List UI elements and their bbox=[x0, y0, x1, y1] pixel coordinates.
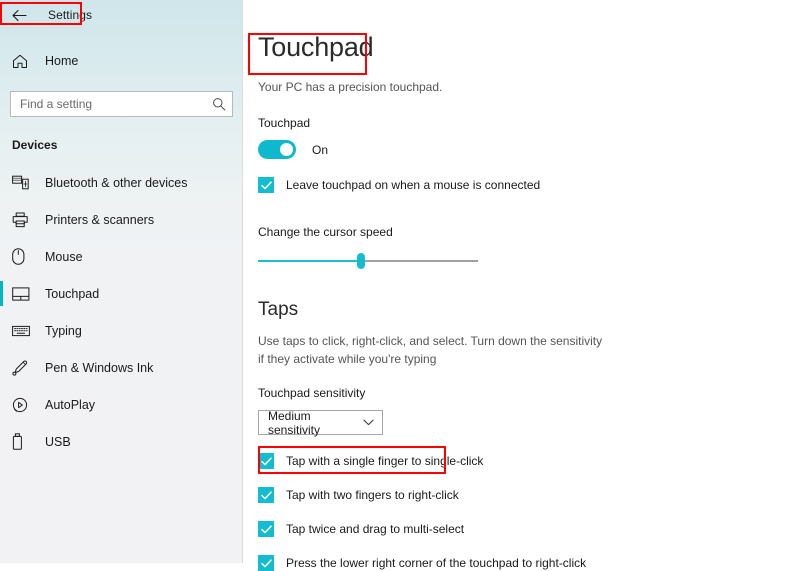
sidebar-item-label: Pen & Windows Ink bbox=[45, 360, 154, 375]
checkbox-label: Tap twice and drag to multi-select bbox=[286, 522, 465, 537]
taps-section-title: Taps bbox=[258, 299, 299, 321]
sidebar-item-usb[interactable]: USB bbox=[0, 423, 243, 460]
sidebar-item-label: AutoPlay bbox=[45, 397, 96, 412]
checkbox-label: Press the lower right corner of the touc… bbox=[286, 556, 587, 571]
checkbox-checked-icon[interactable] bbox=[258, 487, 274, 504]
page-subtitle: Your PC has a precision touchpad. bbox=[258, 80, 443, 95]
sidebar-item-label: Touchpad bbox=[45, 286, 100, 301]
slider-thumb[interactable] bbox=[357, 253, 366, 270]
touchpad-group-label: Touchpad bbox=[258, 116, 311, 131]
window-title: Settings bbox=[48, 8, 93, 22]
touchpad-sensitivity-dropdown[interactable]: Medium sensitivity bbox=[258, 408, 383, 437]
sidebar-item-touchpad[interactable]: Touchpad bbox=[0, 275, 243, 312]
sidebar-nav-list: Bluetooth & other devices Printers & sca… bbox=[0, 164, 243, 460]
checkbox-label: Leave touchpad on when a mouse is connec… bbox=[286, 178, 541, 193]
search-input[interactable] bbox=[20, 97, 212, 111]
tap-twice-drag-multi-select-checkbox-row[interactable]: Tap twice and drag to multi-select bbox=[258, 521, 810, 538]
sidebar-item-label: Bluetooth & other devices bbox=[45, 175, 188, 190]
sidebar-item-label: Mouse bbox=[45, 249, 83, 264]
single-finger-single-click-checkbox-row[interactable]: Tap with a single finger to single-click bbox=[258, 453, 810, 470]
checkbox-label: Tap with two fingers to right-click bbox=[286, 488, 459, 503]
sidebar-item-label: USB bbox=[45, 434, 71, 449]
sidebar-item-printers-scanners[interactable]: Printers & scanners bbox=[0, 201, 243, 238]
sidebar-item-autoplay[interactable]: AutoPlay bbox=[0, 386, 243, 423]
checkbox-label: Tap with a single finger to single-click bbox=[286, 454, 484, 469]
cursor-speed-label: Change the cursor speed bbox=[258, 225, 393, 240]
sidebar-section-header: Devices bbox=[12, 138, 58, 152]
title-bar: Settings bbox=[0, 0, 243, 30]
toggle-state-label: On bbox=[312, 142, 329, 157]
mouse-icon bbox=[12, 248, 34, 265]
checkbox-checked-icon[interactable] bbox=[258, 177, 274, 194]
back-arrow-icon[interactable] bbox=[9, 5, 29, 25]
toggle-knob bbox=[280, 143, 293, 157]
sidebar-item-label: Typing bbox=[45, 323, 82, 338]
pen-icon bbox=[12, 359, 34, 376]
settings-window: Settings Home Devices bbox=[0, 0, 810, 571]
search-box[interactable] bbox=[10, 91, 233, 117]
lower-right-corner-right-click-checkbox-row[interactable]: Press the lower right corner of the touc… bbox=[258, 555, 810, 571]
taps-checkbox-list: Tap with a single finger to single-click… bbox=[258, 453, 810, 571]
touchpad-toggle[interactable] bbox=[258, 140, 296, 160]
leave-touchpad-on-checkbox-row[interactable]: Leave touchpad on when a mouse is connec… bbox=[258, 177, 810, 194]
printer-icon bbox=[12, 212, 34, 228]
touchpad-icon bbox=[12, 286, 34, 301]
sidebar-item-pen-windows-ink[interactable]: Pen & Windows Ink bbox=[0, 349, 243, 386]
dropdown-value: Medium sensitivity bbox=[268, 408, 321, 437]
sidebar-item-mouse[interactable]: Mouse bbox=[0, 238, 243, 275]
search-icon[interactable] bbox=[212, 97, 226, 111]
sidebar-item-label: Printers & scanners bbox=[45, 212, 155, 227]
home-icon bbox=[12, 54, 34, 69]
taps-description: Use taps to click, right-click, and sele… bbox=[258, 334, 603, 366]
touchpad-sensitivity-label: Touchpad sensitivity bbox=[258, 386, 366, 401]
cursor-speed-slider[interactable] bbox=[258, 253, 478, 270]
keyboard-icon bbox=[12, 325, 34, 337]
touchpad-toggle-row: On bbox=[258, 140, 810, 160]
sidebar-item-typing[interactable]: Typing bbox=[0, 312, 243, 349]
chevron-down-icon[interactable] bbox=[363, 419, 374, 426]
main-content: Touchpad Your PC has a precision touchpa… bbox=[243, 0, 810, 571]
bluetooth-devices-icon bbox=[12, 175, 34, 190]
usb-icon bbox=[12, 433, 34, 450]
sidebar-item-home[interactable]: Home bbox=[0, 46, 243, 76]
slider-fill bbox=[258, 260, 362, 263]
autoplay-icon bbox=[12, 397, 34, 413]
checkbox-checked-icon[interactable] bbox=[258, 555, 274, 571]
checkbox-checked-icon[interactable] bbox=[258, 453, 274, 470]
sidebar-item-label: Home bbox=[45, 54, 79, 68]
page-title: Touchpad bbox=[258, 32, 374, 62]
sidebar: Settings Home Devices bbox=[0, 0, 243, 563]
sidebar-item-bluetooth-other-devices[interactable]: Bluetooth & other devices bbox=[0, 164, 243, 201]
two-finger-right-click-checkbox-row[interactable]: Tap with two fingers to right-click bbox=[258, 487, 810, 504]
checkbox-checked-icon[interactable] bbox=[258, 521, 274, 538]
